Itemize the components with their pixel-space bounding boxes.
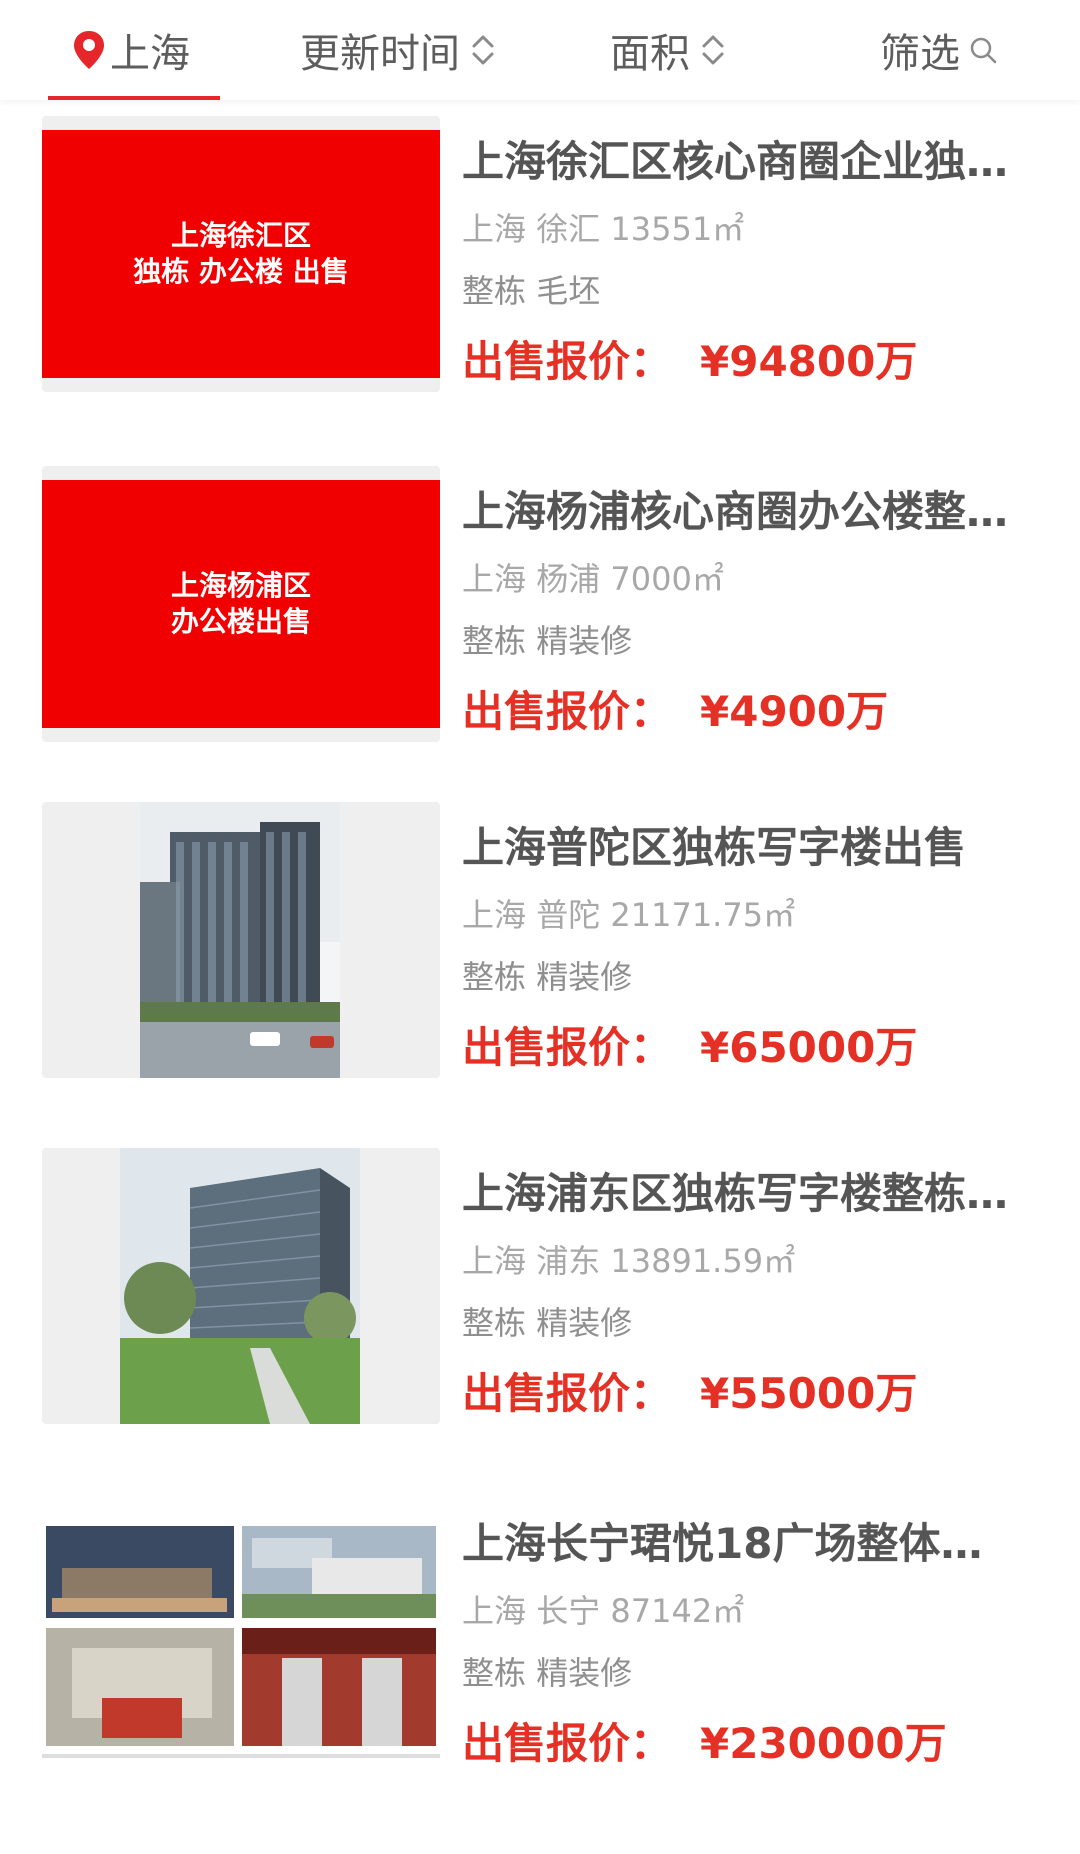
listing-title[interactable]: 上海浦东区独栋写字楼整栋出售 (462, 1160, 1022, 1221)
listing-title[interactable]: 上海普陀区独栋写字楼出售 (462, 814, 1022, 875)
listing-decoration: 精装修 (536, 958, 633, 996)
thumbnail-banner: 上海杨浦区 办公楼出售 (42, 480, 440, 728)
price-label: 出售报价： (462, 1719, 673, 1768)
filter-button[interactable]: 筛选 (880, 0, 998, 100)
price-label: 出售报价： (462, 337, 673, 386)
listing-district: 普陀 (536, 896, 601, 934)
listing-meta: 上海 浦东 13891.59㎡ (462, 1236, 795, 1282)
sort-area[interactable]: 面积 (610, 0, 726, 100)
location-pin-icon (74, 31, 104, 69)
listing-type: 整栋 (462, 1654, 527, 1692)
listing-item[interactable]: 上海徐汇区 独栋 办公楼 出售 上海徐汇区核心商圈企业独栋办公楼出售 上海 徐汇… (0, 116, 1080, 416)
price-value: ¥94800万 (700, 337, 918, 386)
thumbnail-line: 独栋 办公楼 出售 (133, 255, 349, 288)
listing-tags: 整栋 精装修 (462, 952, 632, 998)
listing-meta: 上海 杨浦 7000㎡ (462, 554, 724, 600)
active-tab-indicator (48, 96, 220, 100)
listing-item[interactable]: 上海杨浦区 办公楼出售 上海杨浦核心商圈办公楼整栋出售 上海 杨浦 7000㎡ … (0, 466, 1080, 766)
price-label: 出售报价： (462, 1023, 673, 1072)
listing-item[interactable]: 上海浦东区独栋写字楼整栋出售 上海 浦东 13891.59㎡ 整栋 精装修 出售… (0, 1148, 1080, 1448)
building-photo (120, 1148, 360, 1424)
listing-item[interactable]: 上海长宁珺悦18广场整体出售 上海 长宁 87142㎡ 整栋 精装修 出售报价：… (0, 1498, 1080, 1798)
price-value: ¥230000万 (700, 1719, 947, 1768)
listing-district: 浦东 (536, 1242, 601, 1280)
sort-updown-icon (472, 35, 494, 65)
sort-updown-icon (702, 35, 724, 65)
listing-price: 出售报价： ¥230000万 (462, 1710, 947, 1771)
thumbnail-line: 办公楼出售 (170, 605, 311, 638)
sort-update-time-label: 更新时间 (300, 31, 460, 77)
listing-price: 出售报价： ¥65000万 (462, 1014, 917, 1075)
listing-size: 87142㎡ (610, 1592, 745, 1630)
listing-meta: 上海 普陀 21171.75㎡ (462, 890, 795, 936)
listing-tags: 整栋 精装修 (462, 1648, 632, 1694)
listing-title[interactable]: 上海杨浦核心商圈办公楼整栋出售 (462, 478, 1022, 539)
price-value: ¥55000万 (700, 1369, 918, 1418)
listing-type: 整栋 (462, 958, 527, 996)
thumbnail-line: 上海杨浦区 (170, 569, 311, 602)
listing-city: 上海 (462, 1592, 527, 1630)
search-icon (970, 37, 997, 64)
listing-decoration: 精装修 (536, 1304, 633, 1342)
listing-item[interactable]: 上海普陀区独栋写字楼出售 上海 普陀 21171.75㎡ 整栋 精装修 出售报价… (0, 802, 1080, 1102)
listing-thumbnail[interactable]: 上海杨浦区 办公楼出售 (42, 466, 440, 742)
filter-bar: 上海 更新时间 面积 筛选 (0, 0, 1080, 100)
listing-district: 徐汇 (536, 210, 601, 248)
listing-type: 整栋 (462, 1304, 527, 1342)
listing-size: 13551㎡ (610, 210, 745, 248)
sort-update-time[interactable]: 更新时间 (300, 0, 496, 100)
listing-meta: 上海 徐汇 13551㎡ (462, 204, 744, 250)
thumbnail-line: 上海徐汇区 (170, 219, 311, 252)
listing-city: 上海 (462, 896, 527, 934)
listing-type: 整栋 (462, 272, 527, 310)
listing-city: 上海 (462, 560, 527, 598)
listing-district: 杨浦 (536, 560, 601, 598)
listing-price: 出售报价： ¥4900万 (462, 678, 888, 739)
sort-area-label: 面积 (610, 31, 690, 77)
thumbnail-banner: 上海徐汇区 独栋 办公楼 出售 (42, 130, 440, 378)
listing-size: 13891.59㎡ (610, 1242, 796, 1280)
price-value: ¥4900万 (700, 687, 889, 736)
listing-decoration: 精装修 (536, 1654, 633, 1692)
listing-meta: 上海 长宁 87142㎡ (462, 1586, 744, 1632)
filter-label: 筛选 (880, 31, 960, 77)
listing-size: 21171.75㎡ (610, 896, 796, 934)
listing-thumbnail[interactable]: 上海徐汇区 独栋 办公楼 出售 (42, 116, 440, 392)
listing-tags: 整栋 毛坯 (462, 266, 600, 312)
listing-city: 上海 (462, 1242, 527, 1280)
listing-price: 出售报价： ¥55000万 (462, 1360, 917, 1421)
plaza-photo-collage (42, 1498, 440, 1774)
listing-tags: 整栋 精装修 (462, 616, 632, 662)
listing-city: 上海 (462, 210, 527, 248)
city-label: 上海 (110, 31, 190, 77)
listing-size: 7000㎡ (610, 560, 724, 598)
listing-title[interactable]: 上海徐汇区核心商圈企业独栋办公楼出售 (462, 128, 1022, 189)
listing-type: 整栋 (462, 622, 527, 660)
listing-thumbnail[interactable] (42, 802, 440, 1078)
price-label: 出售报价： (462, 1369, 673, 1418)
city-selector[interactable]: 上海 (72, 0, 190, 100)
listing-thumbnail[interactable] (42, 1148, 440, 1424)
listing-title[interactable]: 上海长宁珺悦18广场整体出售 (462, 1510, 1022, 1571)
listing-price: 出售报价： ¥94800万 (462, 328, 917, 389)
price-value: ¥65000万 (700, 1023, 918, 1072)
building-photo (140, 802, 340, 1078)
listing-decoration: 毛坯 (536, 272, 601, 310)
listing-district: 长宁 (536, 1592, 601, 1630)
listing-tags: 整栋 精装修 (462, 1298, 632, 1344)
listing-thumbnail[interactable] (42, 1498, 440, 1774)
listing-decoration: 精装修 (536, 622, 633, 660)
price-label: 出售报价： (462, 687, 673, 736)
